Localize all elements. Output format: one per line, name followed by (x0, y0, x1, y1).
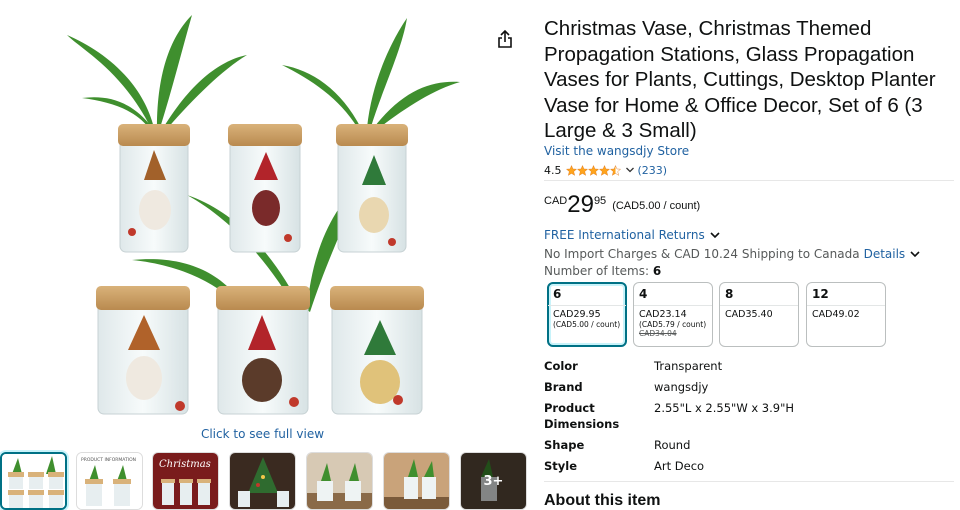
divider (544, 481, 954, 482)
product-specs: Color Transparent Brand wangsdjy Product… (544, 358, 944, 479)
option-4-items[interactable]: 4 CAD23.14 (CAD5.79 / count) CAD34.04 (633, 282, 713, 347)
option-price: CAD49.02 (812, 309, 860, 320)
share-icon[interactable] (494, 28, 516, 50)
spec-key: Product Dimensions (544, 401, 620, 431)
thumbnail-3[interactable]: Christmas (152, 452, 219, 510)
spec-row-dimensions: Product Dimensions 2.55"L x 2.55"W x 3.9… (544, 400, 944, 432)
star-icon (587, 164, 599, 176)
spec-value: 2.55"L x 2.55"W x 3.9"H (654, 401, 795, 415)
shipping-details-link[interactable]: Details (864, 247, 922, 261)
option-price: CAD23.14 (639, 309, 687, 320)
spec-key: Style (544, 459, 578, 473)
number-of-items-value: 6 (652, 264, 662, 278)
chevron-down-icon[interactable] (625, 165, 635, 175)
spec-row-style: Style Art Deco (544, 458, 944, 474)
price-whole: 29 (567, 191, 594, 218)
thumbnail-5[interactable] (306, 452, 373, 510)
spec-value: Art Deco (654, 459, 705, 473)
star-rating[interactable] (565, 164, 621, 176)
price-per-unit: (CAD5.00 / count) (612, 200, 701, 212)
spec-key: Shape (544, 438, 585, 452)
spec-row-shape: Shape Round (544, 437, 944, 453)
option-price: CAD35.40 (725, 309, 773, 320)
spec-row-brand: Brand wangsdjy (544, 379, 944, 395)
main-product-image[interactable] (62, 10, 474, 424)
thumbnail-more[interactable]: 3+ (460, 452, 527, 510)
store-link[interactable]: Visit the wangsdjy Store (544, 144, 689, 158)
price-fraction: 95 (593, 195, 607, 207)
thumbnail-6[interactable] (383, 452, 450, 510)
chevron-down-icon (710, 232, 720, 239)
option-label: 6 (553, 287, 562, 301)
option-8-items[interactable]: 8 CAD35.40 (719, 282, 799, 347)
star-icon (565, 164, 577, 176)
option-unit-price: (CAD5.79 / count) (639, 320, 707, 329)
option-6-items[interactable]: 6 CAD29.95 (CAD5.00 / count) (547, 282, 627, 347)
spec-key: Color (544, 359, 578, 373)
option-unit-price: (CAD5.00 / count) (553, 320, 621, 329)
option-12-items[interactable]: 12 CAD49.02 (806, 282, 886, 347)
number-of-items: Number of Items: 6 (544, 264, 661, 278)
option-price: CAD29.95 (553, 309, 601, 320)
star-icon (598, 164, 610, 176)
spec-key: Brand (544, 380, 583, 394)
full-view-link[interactable]: Click to see full view (160, 427, 365, 441)
thumb-2-caption: PRODUCT INFORMATION (81, 457, 136, 463)
details-label: Details (863, 247, 906, 261)
rating-value: 4.5 (544, 163, 562, 177)
spec-value: Transparent (654, 359, 723, 373)
thumbnail-2[interactable]: PRODUCT INFORMATION (76, 452, 143, 510)
thumb-3-caption: Christmas (159, 459, 211, 470)
spec-value: wangsdjy (654, 380, 709, 394)
price-currency: CAD (544, 195, 568, 207)
more-images-label: 3+ (461, 453, 526, 509)
thumbnail-1[interactable] (0, 452, 67, 510)
spec-value: Round (654, 438, 691, 452)
option-list-price: CAD34.04 (639, 329, 677, 338)
rating-count-link[interactable]: (233) (638, 164, 668, 177)
number-of-items-label: Number of Items: (544, 264, 650, 278)
chevron-down-icon (910, 251, 920, 258)
divider (544, 180, 954, 181)
rating-row: 4.5 (233) (544, 162, 667, 178)
spec-row-color: Color Transparent (544, 358, 944, 374)
option-label: 4 (639, 287, 648, 301)
shipping-info: No Import Charges & CAD 10.24 Shipping t… (544, 247, 921, 261)
star-icon (576, 164, 588, 176)
returns-label: FREE International Returns (544, 228, 705, 242)
option-label: 8 (725, 287, 734, 301)
price: CAD 29 95 (CAD5.00 / count) (544, 192, 700, 218)
star-half-icon (609, 164, 621, 176)
about-heading: About this item (544, 492, 661, 509)
product-title: Christmas Vase, Christmas Themed Propaga… (544, 17, 936, 142)
shipping-text: No Import Charges & CAD 10.24 Shipping t… (544, 247, 860, 261)
thumbnail-4[interactable] (229, 452, 296, 510)
option-label: 12 (812, 287, 829, 301)
returns-link[interactable]: FREE International Returns (544, 228, 721, 242)
thumbnail-strip: PRODUCT INFORMATION Christmas 3+ (0, 452, 530, 510)
